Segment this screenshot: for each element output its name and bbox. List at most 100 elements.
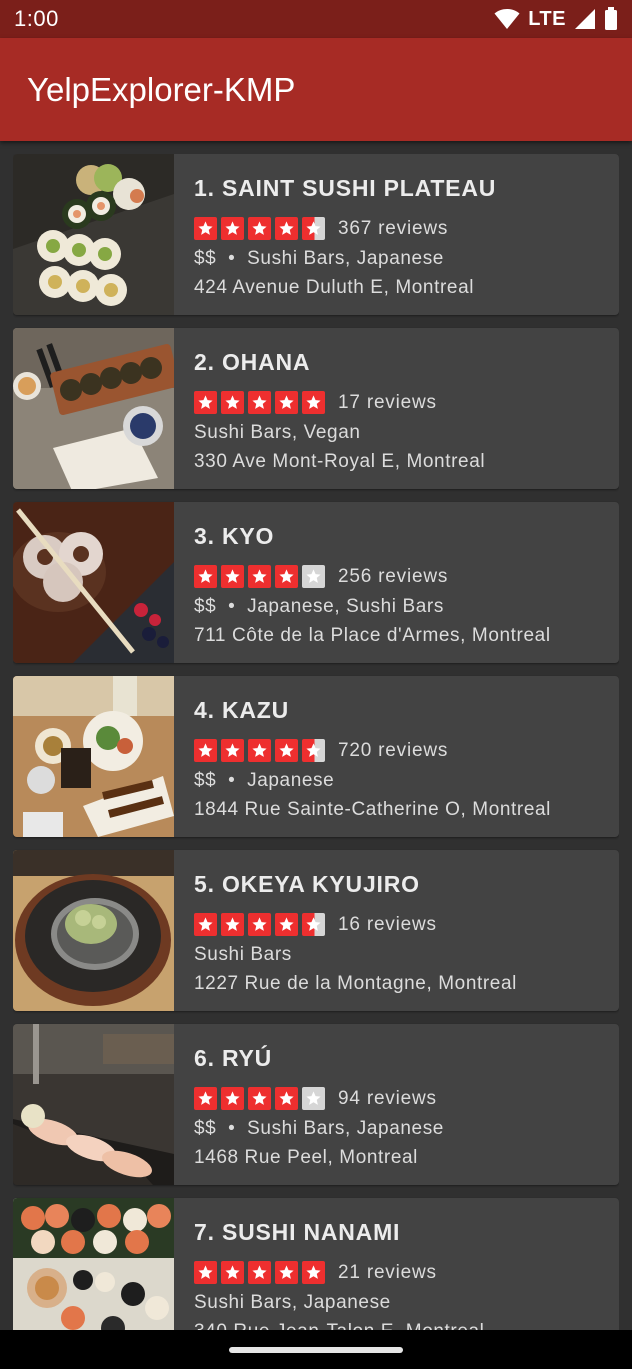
restaurant-photo [13, 502, 174, 663]
wifi-icon [494, 9, 520, 29]
star-icon [302, 391, 325, 414]
restaurant-card[interactable]: 2. OHANA 17 reviews Sushi Bars, Vegan 33… [13, 328, 619, 489]
star-icon [194, 1261, 217, 1284]
restaurant-list[interactable]: 1. SAINT SUSHI PLATEAU 367 reviews $$Sus… [13, 154, 619, 1330]
price-categories: $$Japanese, Sushi Bars [194, 596, 444, 618]
price-level: $$ [194, 596, 247, 617]
review-count: 367 reviews [338, 217, 449, 239]
star-icon [248, 913, 271, 936]
star-half-icon [302, 217, 325, 240]
address: 711 Côte de la Place d'Armes, Montreal [194, 625, 551, 646]
star-empty-icon [302, 1087, 325, 1110]
categories: Sushi Bars, Japanese [247, 248, 444, 269]
home-gesture-handle[interactable] [229, 1347, 403, 1353]
restaurant-photo [13, 676, 174, 837]
star-icon [194, 739, 217, 762]
address: 1468 Rue Peel, Montreal [194, 1147, 418, 1168]
categories: Sushi Bars, Japanese [247, 1118, 444, 1139]
rating-row: 21 reviews [194, 1261, 437, 1284]
navigation-bar [0, 1330, 632, 1369]
star-icon [275, 217, 298, 240]
status-time: 1:00 [14, 6, 59, 31]
star-icon [221, 1087, 244, 1110]
address: 1227 Rue de la Montagne, Montreal [194, 973, 517, 994]
restaurant-name: 7. SUSHI NANAMI [194, 1219, 401, 1245]
star-half-icon [302, 739, 325, 762]
rating-row: 16 reviews [194, 913, 437, 936]
star-icon [275, 391, 298, 414]
status-bar: 1:00 LTE [0, 0, 632, 38]
star-icon [194, 217, 217, 240]
star-icon [194, 1087, 217, 1110]
rating-row: 17 reviews [194, 391, 437, 414]
address: 330 Ave Mont-Royal E, Montreal [194, 451, 486, 472]
categories: Sushi Bars, Japanese [194, 1292, 391, 1313]
star-empty-icon [302, 565, 325, 588]
review-count: 16 reviews [338, 913, 437, 935]
restaurant-photo [13, 1198, 174, 1330]
star-icon [221, 565, 244, 588]
rating-row: 256 reviews [194, 565, 448, 588]
star-icon [248, 1261, 271, 1284]
star-icon [221, 391, 244, 414]
star-icon [302, 1261, 325, 1284]
restaurant-name: 4. KAZU [194, 697, 290, 723]
restaurant-card[interactable]: 4. KAZU 720 reviews $$Japanese 1844 Rue … [13, 676, 619, 837]
review-count: 720 reviews [338, 739, 449, 761]
star-icon [221, 1261, 244, 1284]
star-icon [275, 1087, 298, 1110]
restaurant-photo [13, 850, 174, 1011]
cell-signal-icon [575, 9, 595, 29]
star-rating [194, 913, 325, 936]
price-level: $$ [194, 1118, 247, 1139]
restaurant-card[interactable]: 7. SUSHI NANAMI 21 reviews Sushi Bars, J… [13, 1198, 619, 1330]
star-icon [248, 1087, 271, 1110]
star-icon [275, 565, 298, 588]
star-icon [248, 391, 271, 414]
rating-row: 367 reviews [194, 217, 448, 240]
star-icon [275, 913, 298, 936]
star-icon [221, 739, 244, 762]
star-icon [194, 391, 217, 414]
rating-row: 94 reviews [194, 1087, 437, 1110]
review-count: 17 reviews [338, 391, 437, 413]
app-bar: YelpExplorer-KMP [0, 38, 632, 141]
restaurant-name: 1. SAINT SUSHI PLATEAU [194, 175, 497, 201]
status-icons: LTE [494, 7, 618, 31]
restaurant-name: 5. OKEYA KYUJIRO [194, 871, 420, 897]
restaurant-photo [13, 154, 174, 315]
restaurant-card[interactable]: 5. OKEYA KYUJIRO 16 reviews Sushi Bars 1… [13, 850, 619, 1011]
price-level: $$ [194, 770, 247, 791]
app-title: YelpExplorer-KMP [27, 70, 296, 108]
star-icon [275, 739, 298, 762]
rating-row: 720 reviews [194, 739, 448, 762]
review-count: 21 reviews [338, 1261, 437, 1283]
categories: Japanese, Sushi Bars [247, 596, 444, 617]
price-categories: $$Sushi Bars, Japanese [194, 248, 444, 270]
price-categories: $$Sushi Bars, Japanese [194, 1118, 444, 1140]
star-icon [275, 1261, 298, 1284]
restaurant-name: 3. KYO [194, 523, 275, 549]
restaurant-photo [13, 1024, 174, 1185]
categories: Sushi Bars, Vegan [194, 422, 361, 443]
battery-icon [605, 7, 617, 30]
star-icon [194, 565, 217, 588]
star-icon [221, 913, 244, 936]
restaurant-card[interactable]: 3. KYO 256 reviews $$Japanese, Sushi Bar… [13, 502, 619, 663]
star-icon [248, 565, 271, 588]
restaurant-name: 6. RYÚ [194, 1045, 273, 1071]
star-icon [248, 739, 271, 762]
star-icon [221, 217, 244, 240]
network-type-label: LTE [528, 7, 566, 30]
address: 424 Avenue Duluth E, Montreal [194, 277, 475, 298]
address: 340 Rue Jean-Talon E, Montreal [194, 1321, 485, 1330]
review-count: 94 reviews [338, 1087, 437, 1109]
star-rating [194, 739, 325, 762]
restaurant-card[interactable]: 6. RYÚ 94 reviews $$Sushi Bars, Japanese… [13, 1024, 619, 1185]
restaurant-card[interactable]: 1. SAINT SUSHI PLATEAU 367 reviews $$Sus… [13, 154, 619, 315]
star-rating [194, 391, 325, 414]
categories: Sushi Bars [194, 944, 292, 965]
price-categories: $$Japanese [194, 770, 334, 792]
restaurant-name: 2. OHANA [194, 349, 311, 375]
categories: Japanese [247, 770, 335, 791]
